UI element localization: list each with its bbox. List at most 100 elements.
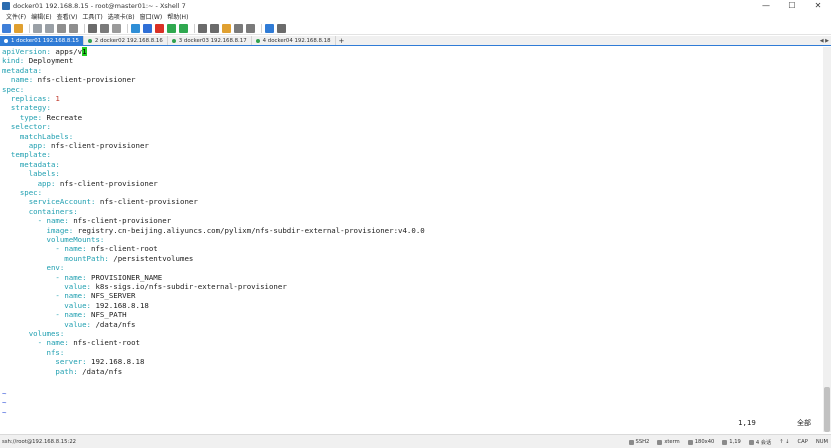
menu-help[interactable]: 帮助(H): [167, 12, 188, 21]
yaml-key: name:: [46, 338, 74, 348]
tab-docker03[interactable]: 3 docker03 192.168.8.17: [168, 36, 252, 45]
yaml-value: nfs-client-provisioner: [50, 141, 149, 150]
tab-label: 4 docker04 192.168.8.18: [262, 37, 331, 44]
tab-docker04[interactable]: 4 docker04 192.168.8.18: [252, 36, 336, 45]
color-scheme-icon[interactable]: [155, 23, 164, 33]
terminal-line: path: /data/nfs: [2, 367, 122, 376]
vim-empty-line-marker: ~: [2, 407, 7, 417]
terminal-line: apiVersion: apps/v1: [2, 47, 87, 56]
yaml-dash: -: [37, 216, 47, 226]
session-address: ssh://root@192.168.8.15:22: [2, 438, 77, 445]
open-folder-icon[interactable]: [14, 23, 23, 33]
yaml-value: NFS_SERVER: [91, 291, 136, 301]
print-icon[interactable]: [100, 23, 109, 33]
new-session-icon[interactable]: [2, 23, 11, 33]
yaml-value: /data/nfs: [95, 319, 136, 329]
copy-icon[interactable]: [57, 23, 66, 33]
menu-file[interactable]: 文件(F): [6, 12, 26, 21]
terminal-icon: [657, 439, 663, 445]
menu-edit[interactable]: 编辑(E): [31, 12, 51, 21]
vim-empty-line-marker: ~: [2, 389, 7, 398]
tab-label: 2 docker02 192.168.8.16: [94, 37, 163, 44]
terminal-line: value: k8s-sigs.io/nfs-subdir-external-p…: [2, 282, 287, 291]
num-indicator: NUM: [815, 439, 828, 445]
layout-icon[interactable]: [246, 23, 255, 33]
scroll-arrows[interactable]: ↑ ↓: [779, 439, 789, 445]
tab-docker02[interactable]: 2 docker02 192.168.8.16: [84, 36, 168, 45]
terminal-line: volumeMounts:: [2, 235, 105, 244]
yaml-number: 1: [55, 94, 60, 103]
minimize-button[interactable]: —: [753, 0, 779, 11]
yaml-value: Deployment: [28, 56, 74, 66]
yaml-value: /data/nfs: [82, 366, 123, 376]
terminal-area[interactable]: 1,19 全部 apiVersion: apps/v1 kind: Deploym…: [0, 47, 823, 432]
window-controls: — ☐ ✕: [753, 0, 831, 11]
menu-tools[interactable]: 工具(T): [82, 12, 102, 21]
sessions-label: 4 会话: [755, 439, 772, 446]
help-icon[interactable]: [265, 23, 274, 33]
yaml-key: value:: [64, 300, 96, 310]
yaml-key: mountPath:: [64, 253, 114, 263]
scroll-thumb[interactable]: [824, 387, 830, 432]
yaml-key: type:: [19, 112, 47, 122]
terminal-line: template:: [2, 150, 51, 159]
terminal-line: spec:: [2, 85, 24, 94]
sessions-status: 4 会话: [748, 439, 772, 446]
sessions-icon: [748, 439, 754, 445]
terminal-scrollbar[interactable]: [823, 47, 831, 432]
add-tab-button[interactable]: +: [336, 36, 348, 45]
connected-status-icon: [4, 38, 8, 43]
size-label: 180x40: [694, 439, 715, 445]
yaml-dash: -: [55, 291, 65, 301]
terminal-cursor: 1: [82, 47, 87, 56]
yaml-value: nfs-client-provisioner: [59, 178, 158, 188]
lock-icon[interactable]: [210, 23, 219, 33]
yaml-value: k8s-sigs.io/nfs-subdir-external-provisio…: [95, 282, 287, 291]
cap-indicator: CAP: [797, 439, 808, 445]
yaml-key: selector:: [10, 122, 51, 132]
yaml-value: 192.168.8.18: [91, 357, 145, 367]
tab-scroll-arrows[interactable]: ◀ ▶: [820, 36, 829, 46]
cursor-label: 1,19: [729, 439, 741, 445]
font-icon[interactable]: [143, 23, 152, 33]
close-button[interactable]: ✕: [805, 0, 831, 11]
yaml-key: template:: [10, 150, 51, 160]
maximize-button[interactable]: ☐: [779, 0, 805, 11]
terminal-line: server: 192.168.8.18: [2, 357, 144, 366]
tab-docker01[interactable]: 1 docker01 192.168.8.15: [0, 36, 84, 45]
terminal-line: - name: nfs-client-provisioner: [2, 216, 172, 226]
yaml-key: volumes:: [28, 329, 65, 338]
menu-window[interactable]: 窗口(W): [140, 12, 163, 21]
yaml-key: apiVersion:: [2, 47, 56, 56]
properties-icon[interactable]: [112, 23, 121, 33]
xshell-logo-icon: [2, 1, 10, 10]
terminal-line: serviceAccount: nfs-client-provisioner: [2, 197, 198, 206]
yaml-value: apps/v: [55, 47, 83, 56]
ssh-icon: [628, 439, 634, 445]
yaml-value: nfs-client-provisioner: [37, 75, 136, 85]
script-icon[interactable]: [234, 23, 243, 33]
yaml-key: containers:: [28, 206, 78, 216]
xftp2-icon[interactable]: [179, 23, 188, 33]
yaml-value: nfs-client-root: [91, 244, 158, 254]
terminal-line: app: nfs-client-provisioner: [2, 141, 149, 150]
menu-tab[interactable]: 选项卡(B): [108, 12, 135, 21]
vim-scroll-indicator: 全部: [797, 419, 811, 427]
paste-icon[interactable]: [69, 23, 78, 33]
yaml-key: name:: [10, 75, 38, 85]
globe-icon[interactable]: [131, 23, 140, 33]
keyboard-icon[interactable]: [198, 23, 207, 33]
disconnect-icon[interactable]: [33, 23, 42, 33]
yaml-key: image:: [46, 225, 78, 235]
xftp-icon[interactable]: [167, 23, 176, 33]
size-icon: [687, 439, 693, 445]
yaml-value: /persistentvolumes: [113, 253, 194, 263]
yaml-key: app:: [37, 178, 60, 188]
compose-icon[interactable]: [222, 23, 231, 33]
find-icon[interactable]: [88, 23, 97, 33]
protocol-status: SSH2: [628, 439, 649, 445]
reconnect-icon[interactable]: [45, 23, 54, 33]
lock2-icon[interactable]: [277, 23, 286, 33]
terminal-line: image: registry.cn-beijing.aliyuncs.com/…: [2, 226, 425, 235]
menu-view[interactable]: 查看(V): [57, 12, 78, 21]
